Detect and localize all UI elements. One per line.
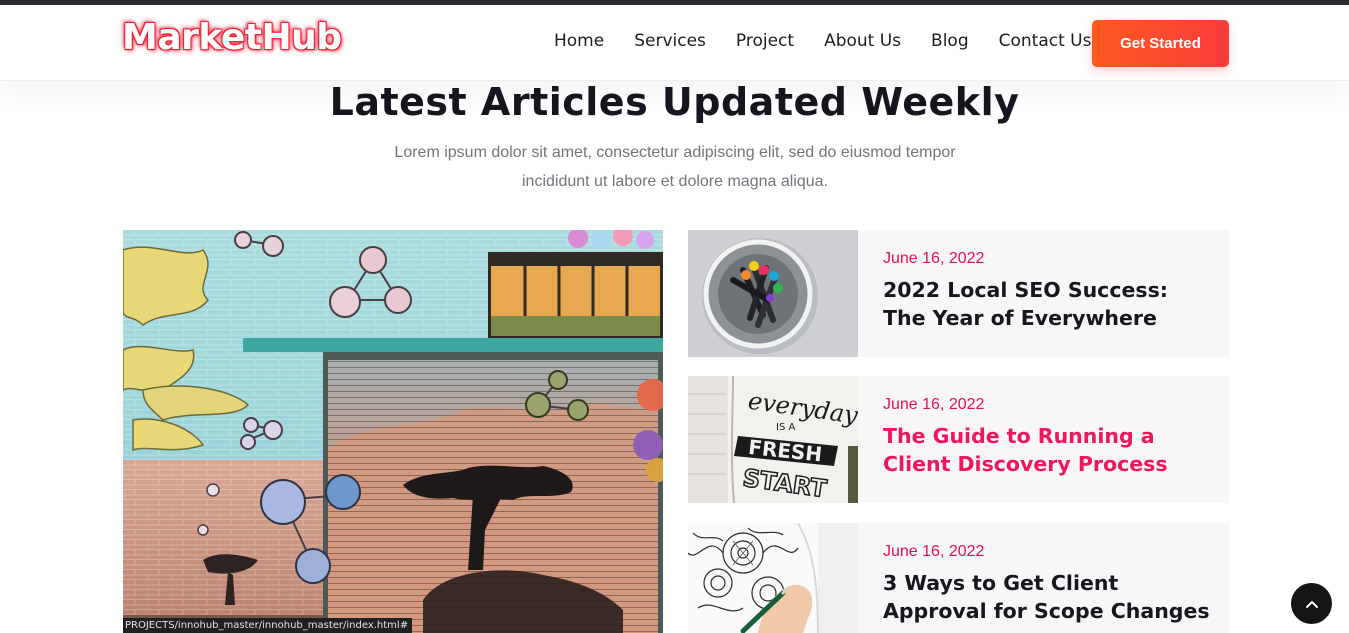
graffiti-wall-image	[123, 230, 663, 633]
article-date: June 16, 2022	[883, 250, 985, 267]
featured-article-image[interactable]: PROJECTS/innohub_master/innohub_master/i…	[123, 230, 663, 633]
section-title: Latest Articles Updated Weekly	[329, 80, 1020, 124]
site-header: MarketHub Home Services Project About Us…	[0, 5, 1349, 81]
nav-project[interactable]: Project	[736, 31, 794, 51]
article-title[interactable]: 2022 Local SEO Success: The Year of Ever…	[883, 276, 1213, 332]
browser-status-url: PROJECTS/innohub_master/innohub_master/i…	[123, 618, 413, 633]
get-started-button[interactable]: Get Started	[1092, 20, 1229, 67]
article-card[interactable]: June 16, 2022 3 Ways to Get Client Appro…	[688, 523, 1229, 633]
chevron-up-icon	[1305, 600, 1318, 608]
nav-services[interactable]: Services	[634, 31, 706, 51]
scroll-to-top-button[interactable]	[1291, 583, 1332, 624]
article-title[interactable]: The Guide to Running a Client Discovery …	[883, 422, 1213, 478]
nav-home[interactable]: Home	[554, 31, 604, 51]
mandala-drawing-image	[688, 523, 858, 633]
article-title[interactable]: 3 Ways to Get Client Approval for Scope …	[883, 569, 1213, 625]
article-card[interactable]: June 16, 2022 2022 Local SEO Success: Th…	[688, 230, 1229, 357]
nav-about-us[interactable]: About Us	[824, 31, 901, 51]
article-card[interactable]: everyday IS A FRESH START June 16, 2022 …	[688, 376, 1229, 503]
article-date: June 16, 2022	[883, 396, 985, 413]
main-nav: Home Services Project About Us Blog Cont…	[554, 31, 1091, 51]
nav-contact-us[interactable]: Contact Us	[999, 31, 1092, 51]
nav-blog[interactable]: Blog	[931, 31, 969, 51]
markers-cup-image	[688, 230, 858, 357]
svg-text:IS A: IS A	[776, 422, 795, 433]
everyday-fresh-start-notebook-image: everyday IS A FRESH START	[688, 376, 858, 503]
section-subtitle: Lorem ipsum dolor sit amet, consectetur …	[394, 144, 956, 190]
article-date: June 16, 2022	[883, 543, 985, 560]
site-logo[interactable]: MarketHub	[122, 17, 342, 58]
